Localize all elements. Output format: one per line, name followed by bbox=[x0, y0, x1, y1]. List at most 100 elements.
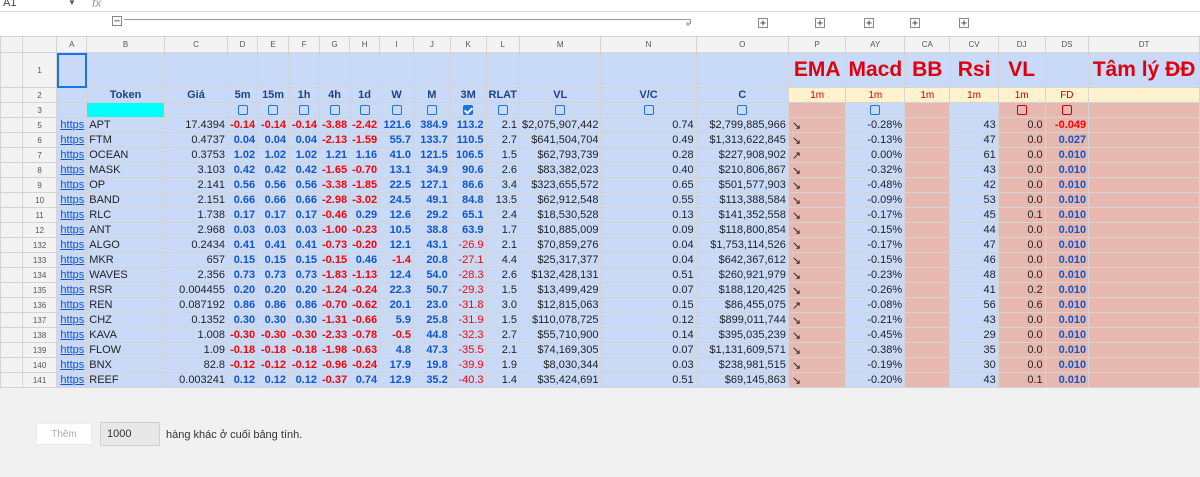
price-cell[interactable]: 1.738 bbox=[163, 207, 229, 223]
rlat-cell[interactable]: 2.1 bbox=[485, 342, 521, 358]
change-m-cell[interactable]: 34.9 bbox=[413, 162, 451, 178]
checkbox-icon[interactable] bbox=[1061, 105, 1072, 116]
filter-checkbox-cell[interactable] bbox=[227, 102, 259, 118]
volume-cell[interactable]: $12,815,063 bbox=[519, 297, 602, 313]
change-w-cell[interactable]: 12.4 bbox=[379, 267, 415, 283]
fd-cell[interactable]: 0.010 bbox=[1044, 297, 1090, 313]
change-m15-cell[interactable]: 0.73 bbox=[257, 267, 290, 283]
ema-trend-cell[interactable]: ↘ bbox=[787, 327, 847, 343]
token-filter-cell[interactable] bbox=[86, 102, 165, 118]
timeframe-cell[interactable]: 1m bbox=[787, 87, 847, 103]
change-3m-cell[interactable]: -35.5 bbox=[449, 342, 487, 358]
filter-checkbox-cell[interactable] bbox=[600, 102, 697, 118]
volume-cell[interactable]: $25,317,377 bbox=[519, 252, 602, 268]
change-d1-cell[interactable]: -0.66 bbox=[349, 312, 381, 328]
change-h4-cell[interactable]: -0.73 bbox=[318, 237, 351, 253]
change-h1-cell[interactable]: 0.12 bbox=[288, 372, 320, 388]
indicator-filter-cell[interactable] bbox=[787, 102, 847, 118]
token-cell[interactable]: CHZ bbox=[86, 312, 165, 328]
change-3m-cell[interactable]: -29.3 bbox=[449, 282, 487, 298]
change-w-cell[interactable]: 41.0 bbox=[379, 147, 415, 163]
ema-trend-cell[interactable]: ↘ bbox=[787, 282, 847, 298]
timeframe-cell[interactable]: 1m bbox=[997, 87, 1046, 103]
bb-cell[interactable] bbox=[904, 342, 951, 358]
header-cell[interactable] bbox=[257, 52, 290, 88]
change-w-cell[interactable]: 24.5 bbox=[379, 192, 415, 208]
volume-cell[interactable]: $70,859,276 bbox=[519, 237, 602, 253]
token-cell[interactable]: MASK bbox=[86, 162, 165, 178]
column-label-cell[interactable]: 3M bbox=[449, 87, 487, 103]
change-m5-cell[interactable]: -0.30 bbox=[227, 327, 259, 343]
rsi-cell[interactable]: 35 bbox=[949, 342, 999, 358]
column-label-cell[interactable]: 5m bbox=[227, 87, 259, 103]
change-h4-cell[interactable]: -0.70 bbox=[318, 297, 351, 313]
column-header-d[interactable]: D bbox=[227, 36, 259, 53]
row-header[interactable]: 6 bbox=[21, 132, 58, 148]
change-m-cell[interactable]: 127.1 bbox=[413, 177, 451, 193]
change-3m-cell[interactable]: -26.9 bbox=[449, 237, 487, 253]
macd-cell[interactable]: -0.09% bbox=[845, 192, 906, 208]
change-h4-cell[interactable]: -2.33 bbox=[318, 327, 351, 343]
change-w-cell[interactable]: 12.6 bbox=[379, 207, 415, 223]
change-m15-cell[interactable]: 0.17 bbox=[257, 207, 290, 223]
fd-cell[interactable]: 0.027 bbox=[1044, 132, 1090, 148]
change-h4-cell[interactable]: -1.00 bbox=[318, 222, 351, 238]
column-header-k[interactable]: K bbox=[449, 36, 487, 53]
change-3m-cell[interactable]: 86.6 bbox=[449, 177, 487, 193]
change-3m-cell[interactable]: -39.9 bbox=[449, 357, 487, 373]
column-label-cell[interactable]: 1h bbox=[288, 87, 320, 103]
rsi-cell[interactable]: 30 bbox=[949, 357, 999, 373]
vc-ratio-cell[interactable]: 0.12 bbox=[600, 312, 697, 328]
change-d1-cell[interactable]: 0.46 bbox=[349, 252, 381, 268]
vl-value-cell[interactable]: 0.1 bbox=[997, 207, 1046, 223]
change-m5-cell[interactable]: 0.30 bbox=[227, 312, 259, 328]
tamly-cell[interactable] bbox=[1088, 342, 1200, 358]
column-header-cv[interactable]: CV bbox=[949, 36, 999, 53]
header-cell[interactable] bbox=[519, 52, 602, 88]
token-cell[interactable]: RSR bbox=[86, 282, 165, 298]
cap-cell[interactable]: $118,800,854 bbox=[695, 222, 789, 238]
rsi-cell[interactable]: 45 bbox=[949, 207, 999, 223]
macd-cell[interactable]: -0.48% bbox=[845, 177, 906, 193]
price-cell[interactable]: 2.151 bbox=[163, 192, 229, 208]
header-cell[interactable] bbox=[86, 52, 165, 88]
ema-trend-cell[interactable]: ↘ bbox=[787, 192, 847, 208]
column-header-m[interactable]: M bbox=[519, 36, 602, 53]
token-cell[interactable]: OP bbox=[86, 177, 165, 193]
rlat-cell[interactable]: 2.1 bbox=[485, 237, 521, 253]
change-w-cell[interactable]: 13.1 bbox=[379, 162, 415, 178]
column-header-ca[interactable]: CA bbox=[904, 36, 951, 53]
name-box[interactable]: A1 ▼ bbox=[0, 0, 83, 9]
fd-cell[interactable]: 0.010 bbox=[1044, 372, 1090, 388]
change-m5-cell[interactable]: 0.42 bbox=[227, 162, 259, 178]
fd-cell[interactable]: 0.010 bbox=[1044, 252, 1090, 268]
change-m15-cell[interactable]: -0.30 bbox=[257, 327, 290, 343]
change-m-cell[interactable]: 133.7 bbox=[413, 132, 451, 148]
bb-cell[interactable] bbox=[904, 297, 951, 313]
change-d1-cell[interactable]: 0.29 bbox=[349, 207, 381, 223]
header-cell[interactable] bbox=[379, 52, 415, 88]
cap-cell[interactable]: $227,908,902 bbox=[695, 147, 789, 163]
token-cell[interactable]: BAND bbox=[86, 192, 165, 208]
filter-checkbox-cell[interactable] bbox=[449, 102, 487, 118]
timeframe-cell[interactable]: 1m bbox=[949, 87, 999, 103]
checkbox-icon[interactable] bbox=[359, 105, 370, 116]
change-m15-cell[interactable]: 1.02 bbox=[257, 147, 290, 163]
tamly-cell[interactable] bbox=[1088, 357, 1200, 373]
vc-ratio-cell[interactable]: 0.07 bbox=[600, 282, 697, 298]
header-cell[interactable] bbox=[413, 52, 451, 88]
tamly-cell[interactable] bbox=[1088, 327, 1200, 343]
column-label-cell[interactable]: VL bbox=[519, 87, 602, 103]
link-cell[interactable]: https bbox=[56, 297, 88, 313]
tamly-cell[interactable] bbox=[1088, 117, 1200, 133]
bb-cell[interactable] bbox=[904, 237, 951, 253]
ema-trend-cell[interactable]: ↘ bbox=[787, 117, 847, 133]
filter-checkbox-cell[interactable] bbox=[485, 102, 521, 118]
bb-cell[interactable] bbox=[904, 177, 951, 193]
row-header-1[interactable]: 1 bbox=[21, 52, 58, 88]
change-d1-cell[interactable]: -2.42 bbox=[349, 117, 381, 133]
vl-value-cell[interactable]: 0.0 bbox=[997, 312, 1046, 328]
fd-cell[interactable]: 0.010 bbox=[1044, 267, 1090, 283]
collapse-group-icon[interactable]: − bbox=[112, 16, 122, 27]
column-label-cell[interactable]: 1d bbox=[349, 87, 381, 103]
